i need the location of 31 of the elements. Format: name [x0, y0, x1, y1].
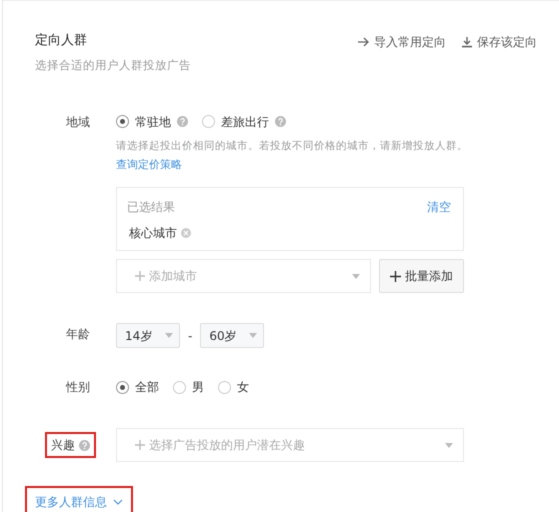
- radio-option[interactable]: 女: [218, 376, 249, 398]
- field-label: 性别: [66, 379, 90, 396]
- field-label: 地域: [66, 114, 90, 131]
- plus-icon: [135, 440, 145, 450]
- section-title: 定向人群: [35, 32, 88, 50]
- caret-icon: [165, 333, 173, 338]
- plus-icon: [390, 270, 401, 282]
- radio-option[interactable]: 全部: [116, 376, 159, 398]
- caret-icon: [352, 274, 360, 278]
- result-title: 已选结果: [127, 199, 175, 216]
- field-label: 兴趣: [51, 437, 75, 454]
- radio-option[interactable]: 常驻地: [116, 110, 188, 133]
- age-select[interactable]: 14岁: [116, 323, 180, 348]
- hint-text: 请选择起投出价相同的城市。若投放不同价格的城市，请新增投放人群。: [116, 138, 464, 154]
- bulk-add-button[interactable]: 批量添加: [379, 259, 464, 293]
- selected-tag: 核心城市: [129, 224, 177, 242]
- import-button[interactable]: 导入常用定向: [358, 33, 446, 51]
- radio-option[interactable]: 男: [173, 376, 204, 398]
- remove-icon: [181, 228, 191, 238]
- range-separator: -: [188, 328, 192, 344]
- save-button[interactable]: 保存该定向: [462, 33, 537, 51]
- arrow-right-icon: [358, 37, 369, 47]
- caret-icon: [249, 333, 258, 338]
- field-label: 年龄: [66, 326, 90, 343]
- download-icon: [462, 36, 472, 48]
- plus-icon: [135, 271, 145, 281]
- section-subtitle: 选择合适的用户人群投放广告: [35, 56, 191, 74]
- caret-icon: [445, 442, 453, 448]
- chevron-down-icon: [113, 499, 123, 505]
- radio-option[interactable]: 差旅出行: [202, 110, 286, 133]
- age-select[interactable]: 60岁: [200, 323, 264, 348]
